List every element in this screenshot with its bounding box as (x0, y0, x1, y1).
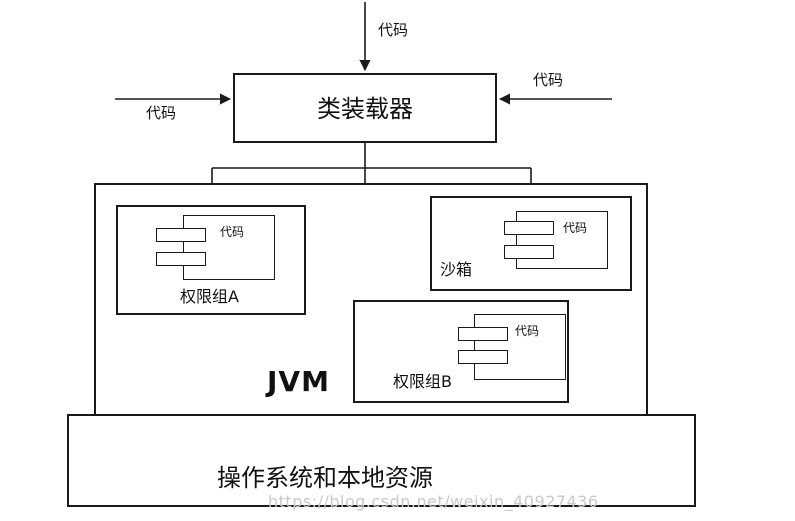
sandbox-component-port-top (504, 221, 554, 235)
sandbox-component-port-bottom (504, 245, 554, 259)
sandbox-code-label: 代码 (563, 221, 588, 235)
group-b-code-label: 代码 (515, 324, 540, 338)
classloader-label: 类装载器 (317, 95, 413, 123)
group-a-component-port-bottom (156, 252, 206, 266)
group-a-code-label: 代码 (220, 225, 245, 239)
sandbox-box: 代码 沙箱 (430, 196, 632, 291)
os-resources-label: 操作系统和本地资源 (217, 464, 433, 492)
watermark: https://blog.csdn.net/weixin_40927436 (268, 492, 599, 511)
classloader-box: 类装载器 (233, 73, 497, 143)
group-a-box: 代码 权限组A (116, 205, 306, 315)
sandbox-title: 沙箱 (440, 260, 473, 279)
group-b-component-port-top (458, 327, 508, 341)
group-a-title: 权限组A (180, 287, 239, 306)
group-b-box: 代码 权限组B (353, 300, 569, 403)
group-b-component-port-bottom (458, 350, 508, 364)
group-a-component-port-top (156, 228, 206, 242)
sandbox-component: 代码 (516, 211, 608, 269)
group-b-title: 权限组B (393, 372, 452, 391)
left-code-label: 代码 (146, 104, 177, 122)
right-code-label: 代码 (533, 71, 564, 89)
jvm-label: JVM (267, 365, 330, 398)
group-b-component: 代码 (474, 314, 566, 380)
top-code-label: 代码 (378, 21, 409, 39)
group-a-component: 代码 (183, 215, 275, 280)
